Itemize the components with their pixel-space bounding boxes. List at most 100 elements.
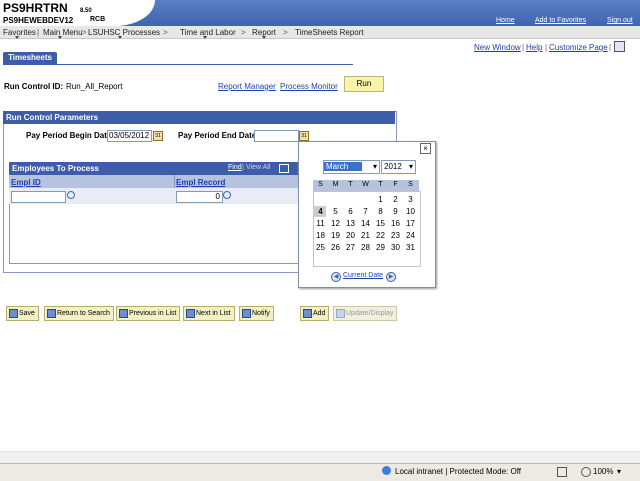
- help-link[interactable]: Help: [526, 43, 542, 52]
- year-select[interactable]: 2012 ▾: [381, 160, 416, 174]
- weekday-label: S: [408, 181, 413, 188]
- calendar-day[interactable]: 1: [373, 195, 388, 204]
- begin-date-label: Pay Period Begin Date:: [26, 131, 115, 140]
- previous-in-list-label: Previous in List: [129, 310, 177, 317]
- calendar-day[interactable]: 14: [358, 219, 373, 228]
- calendar-day[interactable]: 12: [328, 219, 343, 228]
- return-to-search-icon: [47, 309, 56, 318]
- calendar-day[interactable]: 21: [358, 231, 373, 240]
- calendar-day[interactable]: 20: [343, 231, 358, 240]
- end-date-label: Pay Period End Date:: [178, 131, 259, 140]
- menu-separator: >: [241, 28, 246, 37]
- calendar-day[interactable]: 2: [388, 195, 403, 204]
- calendar-day[interactable]: 24: [403, 231, 418, 240]
- calendar-day-selected[interactable]: 4: [313, 207, 328, 216]
- end-date-calendar-icon[interactable]: 31: [299, 131, 309, 141]
- month-select[interactable]: March ▾: [323, 160, 380, 174]
- calendar-day[interactable]: 17: [403, 219, 418, 228]
- menu-lsuhsc-processes[interactable]: LSUHSC Processes: [88, 28, 160, 37]
- notify-label: Notify: [252, 310, 270, 317]
- calendar-day[interactable]: 19: [328, 231, 343, 240]
- calendar-day[interactable]: 26: [328, 243, 343, 252]
- next-in-list-button[interactable]: Next in List: [183, 306, 235, 321]
- calendar-day[interactable]: 3: [403, 195, 418, 204]
- update-display-button[interactable]: Update/Display: [333, 306, 398, 321]
- calendar-day[interactable]: 16: [388, 219, 403, 228]
- tab-timesheets[interactable]: Timesheets: [3, 52, 57, 64]
- calendar-day[interactable]: 8: [373, 207, 388, 216]
- menu-favorites[interactable]: Favorites: [3, 28, 36, 37]
- calendar-day[interactable]: 22: [373, 231, 388, 240]
- empl-id-lookup-icon[interactable]: [67, 191, 75, 199]
- add-button[interactable]: Add: [300, 306, 330, 321]
- menu-time-and-labor[interactable]: Time and Labor: [180, 28, 236, 37]
- security-zone-text: Local intranet | Protected Mode: Off: [395, 467, 521, 476]
- save-button[interactable]: Save: [6, 306, 39, 321]
- new-window-link[interactable]: New Window: [474, 43, 521, 52]
- current-date-link[interactable]: Current Date: [343, 272, 383, 279]
- menu-main-menu[interactable]: Main Menu: [43, 28, 83, 37]
- calendar-day[interactable]: 9: [388, 207, 403, 216]
- home-link[interactable]: Home: [496, 17, 515, 24]
- weekday-label: S: [318, 181, 323, 188]
- sign-out-link[interactable]: Sign out: [607, 17, 633, 24]
- previous-month-icon[interactable]: ◀: [331, 272, 341, 282]
- grid-separator: |: [242, 164, 244, 171]
- chevron-down-icon[interactable]: ▾: [617, 467, 621, 476]
- view-all-link[interactable]: View All: [246, 164, 270, 171]
- calendar-day[interactable]: 23: [388, 231, 403, 240]
- calendar-day[interactable]: 15: [373, 219, 388, 228]
- calendar-day[interactable]: 18: [313, 231, 328, 240]
- calendar-day[interactable]: 11: [313, 219, 328, 228]
- toolbar-separator: |: [545, 43, 548, 52]
- chevron-down-icon: ▾: [408, 162, 413, 171]
- menu-timesheets-report[interactable]: TimeSheets Report: [295, 28, 364, 37]
- close-icon[interactable]: ×: [420, 143, 431, 154]
- empl-id-input[interactable]: [11, 191, 66, 203]
- calendar-day[interactable]: 6: [343, 207, 358, 216]
- return-to-search-button[interactable]: Return to Search: [44, 306, 114, 321]
- zoom-level[interactable]: 100%: [593, 467, 613, 476]
- begin-date-calendar-icon[interactable]: 31: [153, 131, 163, 141]
- add-to-favorites-link[interactable]: Add to Favorites: [535, 17, 586, 24]
- run-button[interactable]: Run: [344, 76, 384, 92]
- empl-record-lookup-icon[interactable]: [223, 191, 231, 199]
- process-monitor-link[interactable]: Process Monitor: [280, 82, 338, 91]
- next-month-icon[interactable]: ▶: [386, 272, 396, 282]
- calendar-day[interactable]: 5: [328, 207, 343, 216]
- return-to-search-label: Return to Search: [57, 310, 110, 317]
- calendar-day[interactable]: 29: [373, 243, 388, 252]
- update-display-icon: [336, 309, 345, 318]
- find-link[interactable]: Find: [228, 164, 242, 171]
- calendar-day[interactable]: 25: [313, 243, 328, 252]
- employees-grid-title: Employees To Process: [12, 164, 99, 173]
- customize-page-link[interactable]: Customize Page: [549, 43, 608, 52]
- menu-separator: >: [82, 28, 87, 37]
- calendar-day[interactable]: 31: [403, 243, 418, 252]
- end-date-input[interactable]: [254, 130, 299, 142]
- calendar-day[interactable]: 7: [358, 207, 373, 216]
- weekday-label: T: [378, 181, 383, 188]
- favorites-dropdown-icon: [15, 36, 19, 39]
- calendar-day[interactable]: 30: [388, 243, 403, 252]
- begin-date-input[interactable]: 03/05/2012: [107, 130, 152, 142]
- notify-button[interactable]: Notify: [239, 306, 274, 321]
- calendar-day[interactable]: 28: [358, 243, 373, 252]
- report-manager-link[interactable]: Report Manager: [218, 82, 276, 91]
- weekday-label: M: [332, 181, 339, 188]
- zoom-icon[interactable]: [581, 467, 591, 477]
- printable-page-icon[interactable]: [614, 41, 625, 52]
- previous-in-list-button[interactable]: Previous in List: [116, 306, 181, 321]
- update-display-label: Update/Display: [346, 310, 394, 317]
- grid-zoom-icon[interactable]: [279, 164, 289, 173]
- tab-underline: [3, 64, 353, 65]
- calendar-day[interactable]: 13: [343, 219, 358, 228]
- calendar-day[interactable]: 27: [343, 243, 358, 252]
- col-empl-record[interactable]: Empl Record: [176, 178, 225, 187]
- protected-mode-icon[interactable]: [557, 467, 567, 477]
- empl-record-input[interactable]: 0: [176, 191, 223, 203]
- calendar-day[interactable]: 10: [403, 207, 418, 216]
- col-empl-id[interactable]: Empl ID: [11, 178, 41, 187]
- run-control-label: Run Control ID:: [4, 82, 64, 91]
- save-label: Save: [19, 310, 35, 317]
